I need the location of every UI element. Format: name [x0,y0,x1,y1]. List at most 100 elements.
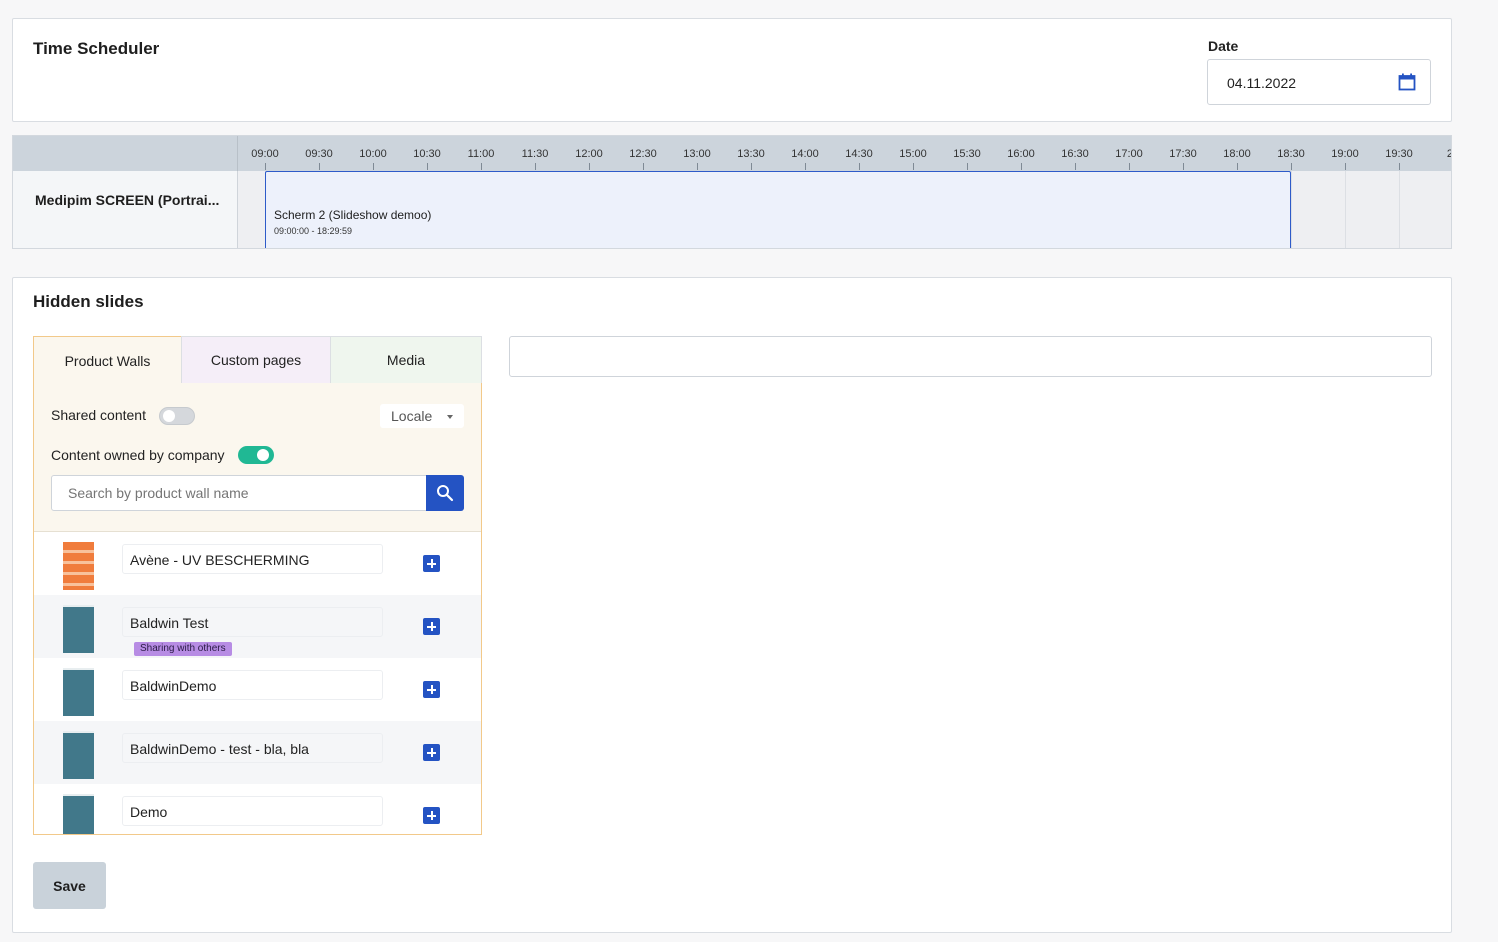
time-tick-label: 10:30 [413,148,441,160]
product-wall-list: Avène - UV BESCHERMING Baldwin Test Shar… [34,532,481,834]
time-tick-label: 15:00 [899,148,927,160]
time-tick-mark [1183,163,1184,170]
time-tick-mark [265,163,266,170]
wall-name: Demo [130,804,168,820]
page-title: Time Scheduler [33,39,160,58]
date-label: Date [1208,38,1239,54]
screen-row-label: Medipim SCREEN (Portrai... [13,171,238,248]
timeline-body: Medipim SCREEN (Portrai... Scherm 2 (Sli… [13,171,1451,248]
wall-thumbnail [63,605,94,653]
time-tick-mark [319,163,320,170]
time-tick-label: 10:00 [359,148,387,160]
time-tick-label: 18:30 [1277,148,1305,160]
time-tick-label: 11:30 [521,148,549,160]
wall-thumbnail [63,794,94,834]
time-tick-label: 17:30 [1169,148,1197,160]
search-button[interactable] [426,475,464,511]
wall-name-box: BaldwinDemo - test - bla, bla [122,733,383,763]
wall-thumbnail [63,542,94,590]
tab-media[interactable]: Media [330,336,482,384]
save-button[interactable]: Save [33,862,106,909]
time-tick-label: 19:30 [1385,148,1413,160]
section-title: Hidden slides [33,292,144,311]
list-item: BaldwinDemo [34,658,481,721]
time-tick-label: 13:30 [737,148,765,160]
time-tick-label: 13:00 [683,148,711,160]
calendar-icon[interactable] [1398,73,1416,91]
wall-thumbnail [63,731,94,779]
time-tick-label: 12:00 [575,148,603,160]
wall-name: BaldwinDemo - test - bla, bla [130,741,309,757]
time-tick-mark [373,163,374,170]
event-time: 09:00:00 - 18:29:59 [274,226,353,236]
time-tick-label: 18:00 [1223,148,1251,160]
grid-line [1399,171,1400,248]
date-value: 04.11.2022 [1227,75,1297,91]
time-tick-mark [589,163,590,170]
owned-content-label: Content owned by company [51,447,225,463]
scheduler-card: Time Scheduler Date 04.11.2022 [12,18,1452,122]
time-tick-label: 11:00 [467,148,495,160]
time-tick-label: 14:00 [791,148,819,160]
wall-name: BaldwinDemo [130,678,217,694]
list-item: BaldwinDemo - test - bla, bla [34,721,481,784]
search-icon [437,485,454,502]
time-tick-mark [643,163,644,170]
add-button[interactable] [423,555,440,572]
tab-product-walls[interactable]: Product Walls [33,336,182,384]
time-tick-mark [697,163,698,170]
wall-name-box: Demo [122,796,383,826]
toggle-knob [257,449,269,461]
toggle-knob [163,410,175,422]
list-item: Avène - UV BESCHERMING [34,532,481,595]
timeline-header: 09:00 09:30 10:00 10:30 11:00 11:30 12:00 12:30… [13,136,1451,171]
locale-label: Locale [391,408,433,424]
timeline: 09:00 09:30 10:00 10:30 11:00 11:30 12:00 12:30… [12,135,1452,249]
time-tick-mark [751,163,752,170]
tab-custom-pages[interactable]: Custom pages [181,336,331,384]
time-tick-label: 09:00 [251,148,279,160]
time-tick-mark [1237,163,1238,170]
add-button[interactable] [423,681,440,698]
caret-down-icon [447,415,453,419]
time-tick-mark [967,163,968,170]
time-tick-mark [481,163,482,170]
add-button[interactable] [423,807,440,824]
schedule-event[interactable]: Scherm 2 (Slideshow demoo) 09:00:00 - 18… [265,171,1291,248]
time-tick-mark [913,163,914,170]
list-item: Baldwin Test Sharing with others [34,595,481,658]
time-tick-mark [859,163,860,170]
locale-select[interactable]: Locale [380,404,464,428]
slide-drop-field[interactable] [509,336,1432,377]
timeline-header-corner [13,136,238,171]
grid-line [1345,171,1346,248]
time-tick-label: 19:00 [1331,148,1359,160]
content-tabs: Product Walls Custom pages Media [33,336,482,384]
time-tick-mark [1021,163,1022,170]
search-input[interactable] [51,475,427,511]
wall-thumbnail [63,668,94,716]
time-tick-label: 20 [1447,148,1451,160]
time-tick-mark [535,163,536,170]
time-tick-label: 14:30 [845,148,873,160]
time-tick-mark [1291,163,1292,170]
time-tick-label: 17:00 [1115,148,1143,160]
time-tick-label: 16:30 [1061,148,1089,160]
owned-content-toggle[interactable] [238,446,274,464]
add-button[interactable] [423,744,440,761]
list-item: Demo [34,784,481,834]
time-tick-mark [1399,163,1400,170]
time-tick-mark [1129,163,1130,170]
add-button[interactable] [423,618,440,635]
time-tick-label: 09:30 [305,148,333,160]
shared-content-label: Shared content [51,407,146,423]
date-input[interactable]: 04.11.2022 [1207,59,1431,105]
time-tick-label: 15:30 [953,148,981,160]
sharing-badge: Sharing with others [134,642,232,656]
time-tick-mark [805,163,806,170]
hidden-slides-card: Hidden slides Product Walls Custom pages… [12,277,1452,933]
wall-name: Baldwin Test [130,615,209,631]
wall-name-box: Avène - UV BESCHERMING [122,544,383,574]
shared-content-toggle[interactable] [159,407,195,425]
filters: Shared content Locale Content owned by c… [34,383,481,532]
